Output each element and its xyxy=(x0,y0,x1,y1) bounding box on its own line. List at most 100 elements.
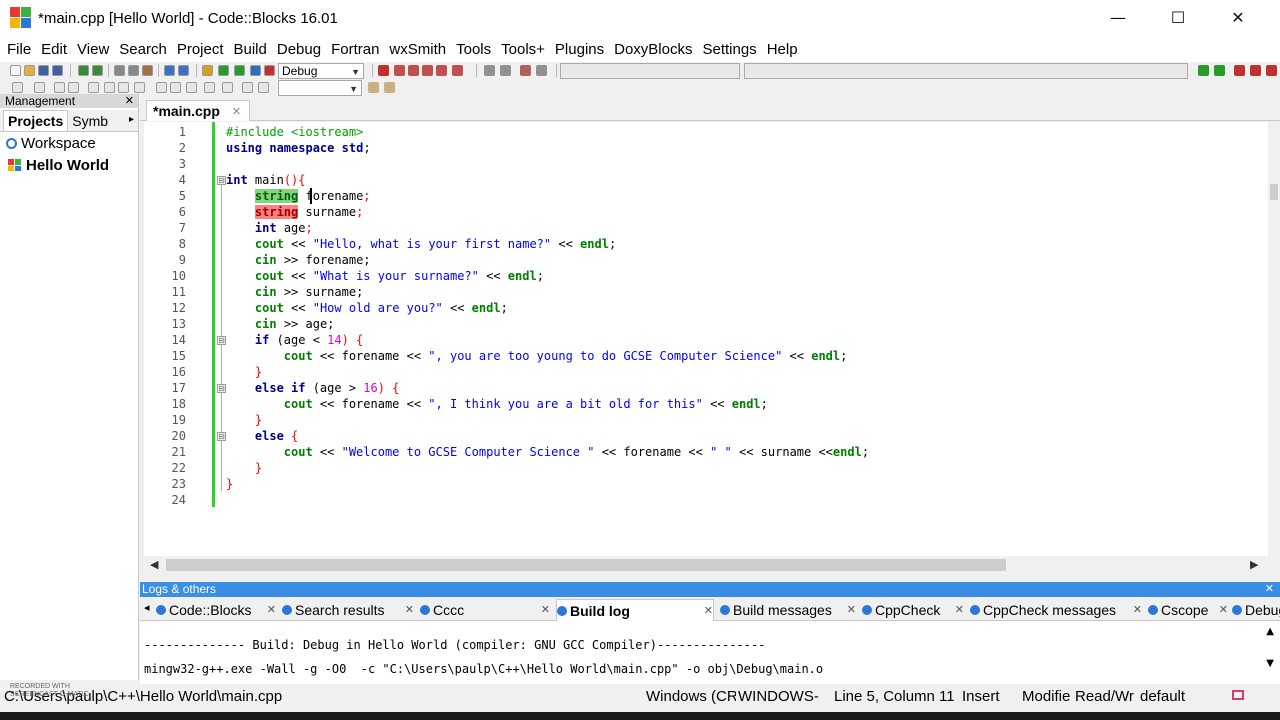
menu-fortran[interactable]: Fortran xyxy=(326,41,384,58)
zoom-reset-icon[interactable] xyxy=(186,82,197,93)
tabs-scroll-arrow-icon[interactable]: ▸ xyxy=(129,114,134,125)
jump-forward-icon[interactable] xyxy=(1214,65,1225,76)
whole-word-icon[interactable] xyxy=(242,82,253,93)
logs-tab-build-messages[interactable]: Build messages ✕ xyxy=(720,599,856,621)
logs-tab-debugger[interactable]: Debugger✕ xyxy=(1232,599,1280,621)
editor-vertical-scrollbar[interactable] xyxy=(1268,122,1280,556)
debug-start-icon[interactable] xyxy=(378,65,389,76)
regex-icon[interactable] xyxy=(204,82,215,93)
tree-item-workspace[interactable]: Workspace xyxy=(0,132,138,154)
fold-marker-icon[interactable]: ⊟ xyxy=(217,176,226,185)
vertical-scroll-thumb[interactable] xyxy=(1270,184,1278,200)
open-file-icon[interactable] xyxy=(24,65,35,76)
step-out-icon[interactable] xyxy=(436,65,447,76)
menu-view[interactable]: View xyxy=(72,41,114,58)
zoom-in-icon[interactable] xyxy=(156,82,167,93)
close-icon[interactable]: ✕ xyxy=(704,601,713,621)
build-icon[interactable] xyxy=(202,65,213,76)
info-icon[interactable] xyxy=(536,65,547,76)
close-icon[interactable]: ✕ xyxy=(955,600,964,620)
redo-icon[interactable] xyxy=(92,65,103,76)
close-icon[interactable]: ✕ xyxy=(541,600,550,620)
settings-icon[interactable] xyxy=(384,82,395,93)
next-instruction-icon[interactable] xyxy=(452,65,463,76)
bookmark-toggle-icon[interactable] xyxy=(1234,65,1245,76)
chevron-down-icon[interactable]: ▼ xyxy=(351,65,360,79)
run-icon[interactable] xyxy=(218,65,229,76)
close-icon[interactable]: ✕ xyxy=(405,600,414,620)
break-icon[interactable] xyxy=(484,65,495,76)
next-line-icon[interactable] xyxy=(408,65,419,76)
step-into-icon[interactable] xyxy=(422,65,433,76)
menu-settings[interactable]: Settings xyxy=(697,41,761,58)
chevron-down-icon[interactable]: ▼ xyxy=(349,82,358,96)
save-all-icon[interactable] xyxy=(52,65,63,76)
logs-tab-search-results[interactable]: Search results ✕ xyxy=(282,599,414,621)
abort-icon[interactable] xyxy=(264,65,275,76)
copy-icon[interactable] xyxy=(128,65,139,76)
toggle-comment-icon[interactable] xyxy=(54,82,65,93)
logs-tab-cscope[interactable]: Cscope ✕ xyxy=(1148,599,1228,621)
scroll-right-icon[interactable]: ▶ xyxy=(1250,558,1258,571)
save-icon[interactable] xyxy=(38,65,49,76)
logs-tab-cccc[interactable]: Cccc ✕ xyxy=(420,599,550,621)
run-to-cursor-icon[interactable] xyxy=(394,65,405,76)
jump-back-icon[interactable] xyxy=(1198,65,1209,76)
debug-windows-icon[interactable] xyxy=(520,65,531,76)
menu-wxsmith[interactable]: wxSmith xyxy=(384,41,451,58)
search-icon[interactable] xyxy=(368,82,379,93)
match-case-icon[interactable] xyxy=(222,82,233,93)
resize-grip-icon[interactable] xyxy=(1232,690,1244,700)
build-run-icon[interactable] xyxy=(234,65,245,76)
menu-edit[interactable]: Edit xyxy=(36,41,72,58)
horizontal-scroll-thumb[interactable] xyxy=(166,559,1006,571)
fold-marker-icon[interactable]: ⊟ xyxy=(217,432,226,441)
rebuild-icon[interactable] xyxy=(250,65,261,76)
close-icon[interactable]: ✕ xyxy=(267,600,276,620)
doxy-block-icon[interactable] xyxy=(118,82,129,93)
tab-symbols[interactable]: Symb xyxy=(68,111,112,131)
paste-icon[interactable] xyxy=(142,65,153,76)
menu-project[interactable]: Project xyxy=(172,41,229,58)
logs-tabs-left-icon[interactable]: ◂ xyxy=(144,601,150,614)
zoom-out-icon[interactable] xyxy=(170,82,181,93)
tab-main-cpp[interactable]: *main.cpp ✕ xyxy=(146,100,251,121)
menu-debug[interactable]: Debug xyxy=(272,41,326,58)
select-icon[interactable] xyxy=(258,82,269,93)
logs-tab-code-blocks[interactable]: Code::Blocks ✕ xyxy=(156,599,276,621)
cut-icon[interactable] xyxy=(114,65,125,76)
close-icon[interactable]: ✕ xyxy=(1133,600,1142,620)
search-combo[interactable]: ▼ xyxy=(278,80,362,96)
tab-close-icon[interactable]: ✕ xyxy=(232,105,241,118)
bookmark-prev-icon[interactable] xyxy=(1250,65,1261,76)
code-completion-function-select[interactable] xyxy=(744,63,1188,79)
menu-help[interactable]: Help xyxy=(762,41,803,58)
tab-projects[interactable]: Projects xyxy=(3,110,69,131)
code-editor[interactable]: 1 2 3 4 5 6 7 8 9 10 11 12 13 14 15 16 17 18 19 20 21 22 23 24 … xyxy=(144,122,1268,556)
replace-icon[interactable] xyxy=(178,65,189,76)
logs-tab-cppcheck[interactable]: CppCheck ✕ xyxy=(862,599,964,621)
menu-doxyblocks[interactable]: DoxyBlocks xyxy=(609,41,697,58)
logs-close-button[interactable]: ✕ xyxy=(1265,582,1274,597)
code-completion-scope-select[interactable] xyxy=(560,63,740,79)
editor-horizontal-scrollbar[interactable]: ◀ ▶ xyxy=(144,556,1268,574)
fold-marker-icon[interactable]: ⊟ xyxy=(217,384,226,393)
close-icon[interactable]: ✕ xyxy=(847,600,856,620)
comment-icon[interactable] xyxy=(12,82,23,93)
scroll-left-icon[interactable]: ◀ xyxy=(150,558,158,571)
minimize-button[interactable]: — xyxy=(1088,0,1148,34)
logs-tab-cppcheck-messages[interactable]: CppCheck messages ✕ xyxy=(970,599,1142,621)
doxy-icon[interactable] xyxy=(104,82,115,93)
find-icon[interactable] xyxy=(164,65,175,76)
close-icon[interactable]: ✕ xyxy=(1219,600,1228,620)
menu-tools[interactable]: Tools xyxy=(451,41,496,58)
tree-item-project[interactable]: Hello World xyxy=(0,154,138,176)
menu-build[interactable]: Build xyxy=(229,41,272,58)
uncomment-icon[interactable] xyxy=(34,82,45,93)
menu-file[interactable]: File xyxy=(2,41,36,58)
log-scroll-up-icon[interactable]: ▲ xyxy=(1266,626,1274,637)
management-close-button[interactable]: ✕ xyxy=(125,94,134,108)
bookmark-next-icon[interactable] xyxy=(1266,65,1277,76)
close-window-button[interactable]: ✕ xyxy=(1208,0,1268,34)
doxy-line-icon[interactable] xyxy=(134,82,145,93)
